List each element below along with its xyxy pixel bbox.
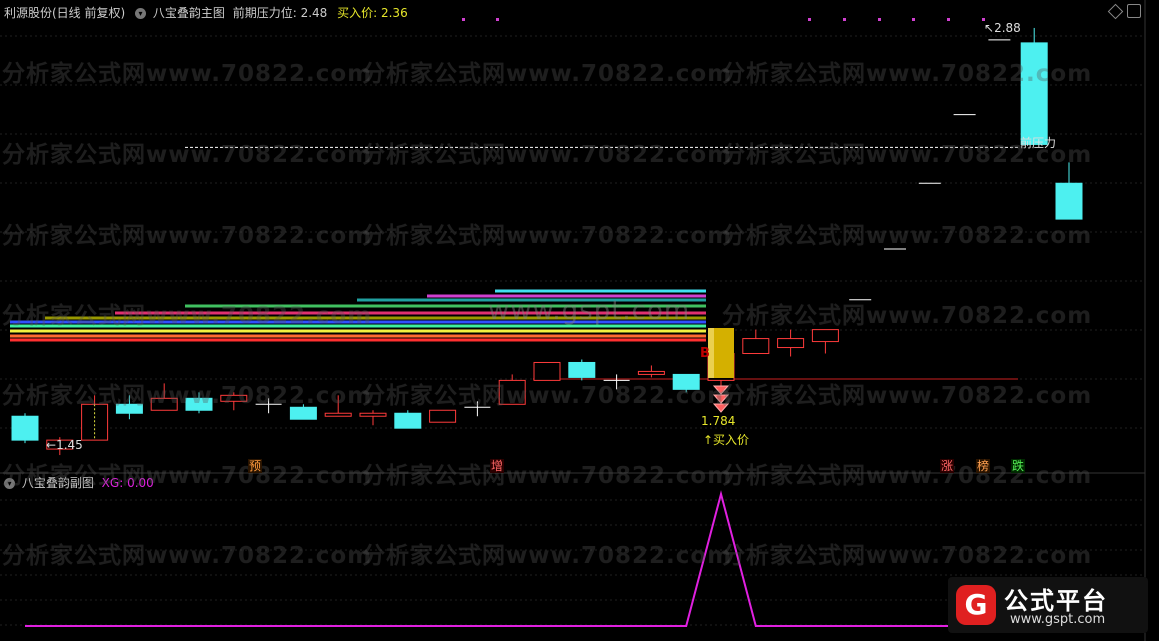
watermark: 分析家公式网www.70822.com — [722, 543, 1093, 569]
marker-dot — [947, 18, 950, 21]
candle-body — [637, 370, 665, 375]
watermark: 分析家公式网www.70822.com — [722, 223, 1093, 249]
tag-rise: 涨 — [940, 459, 955, 473]
high-price-value: 2.88 — [994, 21, 1021, 35]
buy-price-value: 2.36 — [380, 6, 408, 20]
tag-hot: 榜 — [976, 459, 991, 473]
watermark: 分析家公式网www.70822.com — [2, 303, 373, 329]
watermark: 分析家公式网www.70822.com — [722, 61, 1093, 87]
front-resistance-label: 前压力 — [1020, 136, 1057, 150]
high-price-annotation: ↖2.88 — [984, 21, 1021, 35]
watermark: 分析家公式网www.70822.com — [362, 463, 733, 489]
main-indicator-name: 八宝叠韵主图 — [152, 6, 225, 20]
marker-dot — [912, 18, 915, 21]
marker-dot — [878, 18, 881, 21]
watermark: 分析家公式网www.70822.com — [2, 543, 373, 569]
tag-increase: 增 — [490, 459, 505, 473]
window-control-button[interactable] — [1127, 4, 1141, 18]
watermark: 分析家公式网www.70822.com — [362, 543, 733, 569]
candle-body — [11, 415, 39, 441]
indicator-toggle-icon[interactable]: ▾ — [135, 8, 147, 19]
watermark: 分析家公式网www.70822.com — [722, 303, 1093, 329]
logo-g-icon: G — [956, 585, 996, 625]
logo-title: 公式平台 — [1004, 587, 1108, 615]
stock-chart-window: { "header": { "stock": "利源股份(日线 前复权)", "… — [0, 0, 1159, 641]
watermark: 分析家公式网www.70822.com — [2, 463, 373, 489]
candle-body — [1055, 182, 1083, 220]
watermark: 分析家公式网www.70822.com — [362, 223, 733, 249]
buy-price-point-value: 1.784 — [701, 414, 736, 428]
candle-body — [394, 412, 422, 429]
tag-fall: 跌 — [1011, 459, 1026, 473]
candle-body — [359, 412, 387, 417]
candle-body — [811, 329, 839, 343]
resistance-label: 前期压力位: — [232, 6, 297, 20]
watermark: 分析家公式网www.70822.com — [722, 463, 1093, 489]
buy-marker: B — [700, 346, 710, 361]
watermark: 分析家公式网www.70822.com — [362, 61, 733, 87]
tag-pre: 预 — [248, 459, 263, 473]
low-price-value: 1.45 — [56, 438, 83, 452]
main-header: 利源股份(日线 前复权) ▾ 八宝叠韵主图 前期压力位: 2.48 买入价: 2… — [4, 6, 408, 20]
candle-body — [324, 412, 352, 417]
buy-price-point-label: ↑买入价 — [703, 433, 750, 447]
watermark: 分析家公式网www.70822.com — [2, 383, 373, 409]
marker-dot — [462, 18, 465, 21]
watermark: 分析家公式网www.70822.com — [362, 383, 733, 409]
watermark: 分析家公式网www.70822.com — [2, 142, 373, 168]
marker-dot — [496, 18, 499, 21]
logo-url: www.gspt.com — [1010, 612, 1106, 627]
watermark: 分析家公式网www.70822.com — [2, 61, 373, 87]
candle-body — [742, 338, 770, 355]
marker-dot — [808, 18, 811, 21]
watermark: 分析家公式网www.70822.com — [722, 383, 1093, 409]
low-price-annotation: ←1.45 — [46, 438, 83, 452]
resistance-value: 2.48 — [300, 6, 328, 20]
gspt-logo: G 公式平台 www.gspt.com — [948, 577, 1148, 633]
buy-price-label: 买入价: — [337, 6, 378, 20]
gspt-watermark: www.gspt.com — [488, 296, 691, 326]
watermark: 分析家公式网www.70822.com — [362, 142, 733, 168]
candle-body — [777, 338, 805, 349]
watermark: 分析家公式网www.70822.com — [2, 223, 373, 249]
stock-title: 利源股份(日线 前复权) — [4, 6, 126, 20]
candle-body — [429, 409, 457, 423]
marker-dot — [843, 18, 846, 21]
